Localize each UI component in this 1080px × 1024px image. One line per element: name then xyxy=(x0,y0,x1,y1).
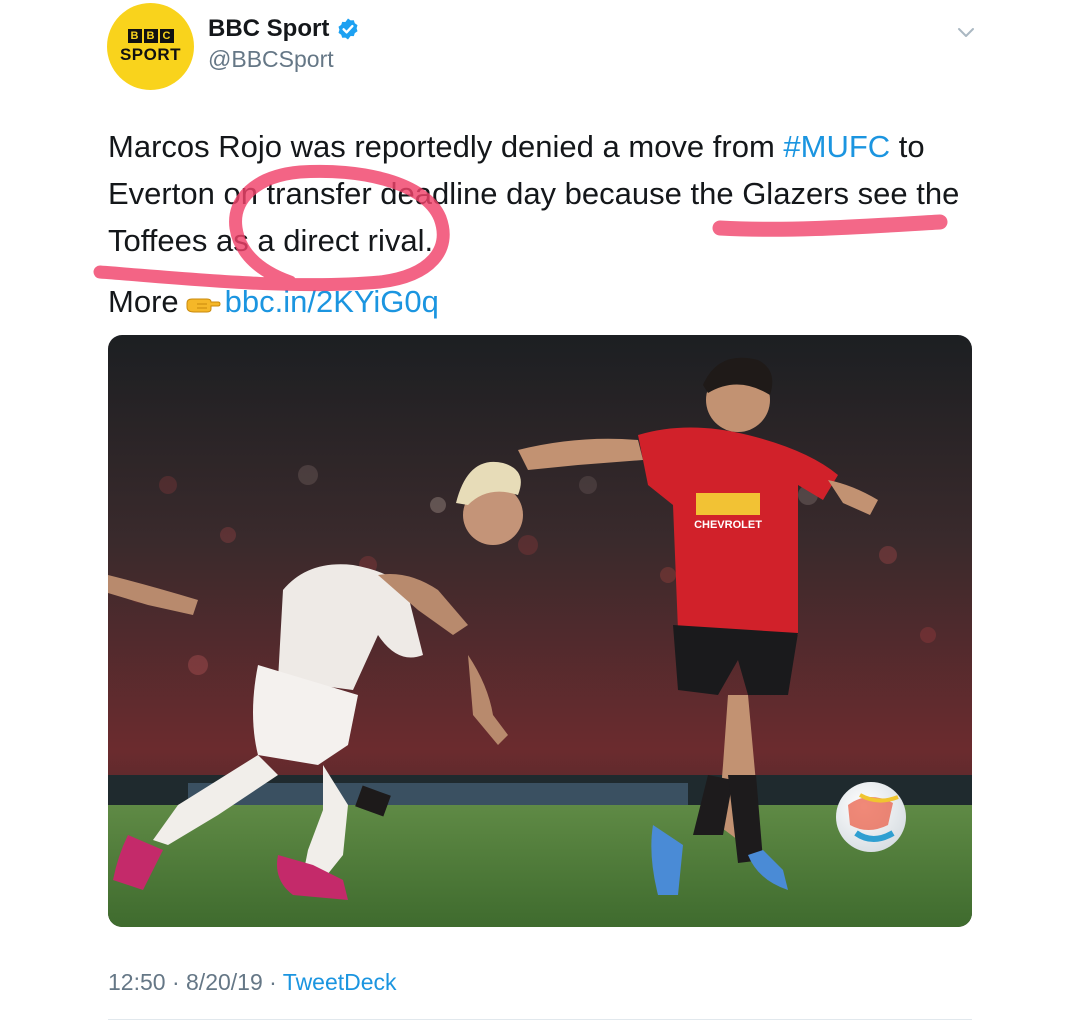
more-label: More xyxy=(108,284,179,319)
chevron-down-icon[interactable] xyxy=(956,25,976,41)
tweet-line-1-text: Marcos Rojo was reportedly denied a move… xyxy=(108,129,784,164)
tweet-text: Marcos Rojo was reportedly denied a move… xyxy=(108,123,988,264)
bbc-letter-b2: B xyxy=(143,29,158,43)
tweet-date[interactable]: 8/20/19 xyxy=(186,969,263,995)
meta-separator-1: · xyxy=(165,969,187,995)
avatar[interactable]: B B C SPORT xyxy=(107,3,194,90)
tweet-line-1-end: to xyxy=(890,129,925,164)
article-link[interactable]: bbc.in/2KYiG0q xyxy=(225,284,439,319)
tweet-time[interactable]: 12:50 xyxy=(108,969,166,995)
tweet-line-1: Marcos Rojo was reportedly denied a move… xyxy=(108,123,988,170)
tweet-source-link[interactable]: TweetDeck xyxy=(283,969,397,995)
shirt-sponsor-text: CHEVROLET xyxy=(694,519,762,531)
tweet-media-photo[interactable]: CHEVROLET xyxy=(108,335,972,927)
bbc-logo-blocks: B B C xyxy=(127,29,174,43)
bbc-letter-b1: B xyxy=(127,29,142,43)
football-match-photo: CHEVROLET xyxy=(108,335,972,927)
display-name-text: BBC Sport xyxy=(208,15,330,42)
tweet-card: B B C SPORT BBC Sport @BBCSport Marcos R… xyxy=(0,0,1080,1024)
tweet-line-2: Everton on transfer deadline day because… xyxy=(108,176,960,211)
avatar-sport-label: SPORT xyxy=(119,45,182,64)
pointing-hand-emoji-icon xyxy=(186,298,221,313)
bottom-divider xyxy=(108,1019,972,1020)
football xyxy=(836,782,906,852)
tweet-line-3: Toffees as a direct rival. xyxy=(108,223,434,258)
hashtag-link[interactable]: #MUFC xyxy=(783,129,890,164)
more-line: More bbc.in/2KYiG0q xyxy=(108,281,439,323)
bbc-letter-c: C xyxy=(159,29,174,43)
account-handle[interactable]: @BBCSport xyxy=(208,45,334,73)
verified-badge-icon xyxy=(338,18,358,40)
display-name[interactable]: BBC Sport xyxy=(208,14,360,44)
tweet-timestamp: 12:50 · 8/20/19 · TweetDeck xyxy=(108,967,397,997)
meta-separator-2: · xyxy=(262,969,283,995)
